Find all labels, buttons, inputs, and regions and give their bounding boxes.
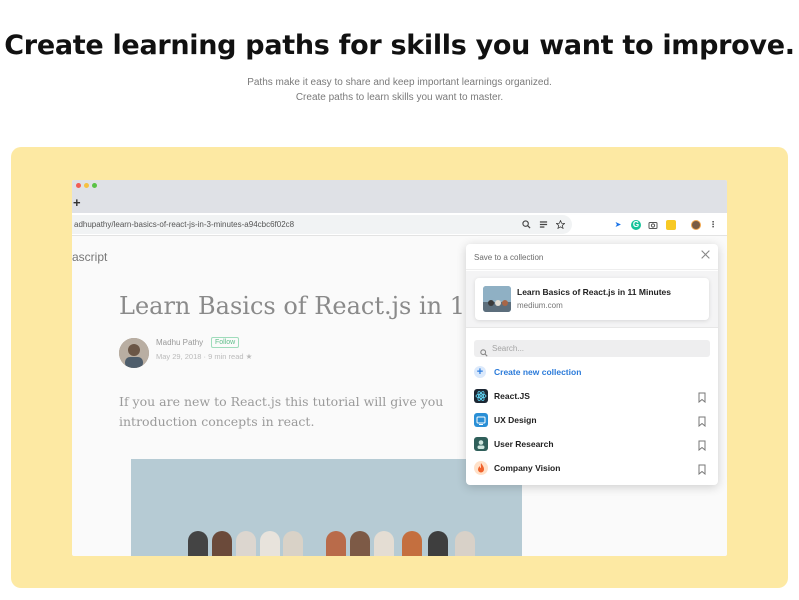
browser-toolbar: adhupathy/learn-basics-of-react-js-in-3-… <box>72 213 727 236</box>
cartoon-figure <box>374 531 394 556</box>
collection-label: UX Design <box>494 415 537 425</box>
collection-item-company-vision[interactable]: Company Vision <box>474 460 710 476</box>
article-paragraph: If you are new to React.js this tutorial… <box>119 394 444 429</box>
address-url: adhupathy/learn-basics-of-react-js-in-3-… <box>74 220 295 229</box>
cartoon-figure <box>402 531 422 556</box>
follow-button[interactable]: Follow <box>211 337 240 348</box>
cartoon-figure <box>188 531 208 556</box>
new-tab-button[interactable]: + <box>73 196 81 209</box>
maximize-window-button[interactable] <box>92 183 97 188</box>
subline-2: Create paths to learn skills you want to… <box>295 92 504 103</box>
cartoon-figure <box>455 531 475 556</box>
search-icon <box>480 344 488 357</box>
collection-label: User Research <box>494 439 554 449</box>
collection-item-reactjs[interactable]: React.JS <box>474 388 710 404</box>
popup-header: Save to a collection <box>466 244 718 270</box>
zoom-icon[interactable] <box>522 220 531 231</box>
collection-search[interactable] <box>474 340 710 357</box>
article-meta: May 29, 2018 · 9 min read ★ <box>156 352 253 361</box>
search-input[interactable] <box>492 342 702 355</box>
publication-name[interactable]: ascript <box>72 250 107 264</box>
collection-label: React.JS <box>494 391 530 401</box>
collection-item-ux-design[interactable]: UX Design <box>474 412 710 428</box>
popup-title: Save to a collection <box>474 253 544 262</box>
headline: Create learning paths for skills you wan… <box>4 30 795 61</box>
collection-extension-icon[interactable] <box>666 220 676 230</box>
address-bar[interactable]: adhupathy/learn-basics-of-react-js-in-3-… <box>72 215 572 234</box>
browser-tabbar: + <box>72 191 727 213</box>
close-window-button[interactable] <box>76 183 81 188</box>
collection-item-user-research[interactable]: User Research <box>474 436 710 452</box>
article-preview-area: Learn Basics of React.js in 11 Minutes m… <box>466 271 718 328</box>
article-preview-card[interactable]: Learn Basics of React.js in 11 Minutes m… <box>475 278 709 320</box>
star-bookmark-icon[interactable] <box>555 219 566 231</box>
bookmark-icon[interactable] <box>698 414 706 428</box>
bookmark-icon[interactable] <box>698 438 706 452</box>
profile-avatar[interactable] <box>691 220 701 230</box>
user-research-icon <box>474 437 488 451</box>
cartoon-figure <box>350 531 370 556</box>
cartoon-figure <box>212 531 232 556</box>
pin-extension-icon[interactable]: ➤ <box>613 220 623 230</box>
author-name[interactable]: Madhu Pathy <box>156 338 203 347</box>
cartoon-figure <box>326 531 346 556</box>
ux-design-icon <box>474 413 488 427</box>
grammarly-extension-icon[interactable]: G <box>631 220 641 230</box>
subline-1: Paths make it easy to share and keep imp… <box>247 77 552 88</box>
camera-extension-icon[interactable] <box>648 220 658 230</box>
fire-icon <box>474 461 488 475</box>
save-to-collection-popup: Save to a collection Learn Basics of Rea… <box>466 244 718 485</box>
collection-label: Company Vision <box>494 463 561 473</box>
reader-mode-icon[interactable] <box>539 220 548 231</box>
browser-titlebar <box>72 180 727 191</box>
create-collection-label: Create new collection <box>494 367 582 377</box>
bookmark-icon[interactable] <box>698 390 706 404</box>
minimize-window-button[interactable] <box>84 183 89 188</box>
plus-icon: + <box>474 366 486 378</box>
cartoon-figure <box>283 531 303 556</box>
preview-source: medium.com <box>517 301 563 310</box>
article-hero-image <box>131 459 522 556</box>
cartoon-figure <box>428 531 448 556</box>
browser-menu-icon[interactable]: ⋮ <box>708 220 718 230</box>
cartoon-figure <box>260 531 280 556</box>
preview-title: Learn Basics of React.js in 11 Minutes <box>517 287 672 297</box>
cartoon-figure <box>236 531 256 556</box>
bookmark-icon[interactable] <box>698 462 706 476</box>
article-thumbnail <box>483 286 511 312</box>
author-avatar[interactable] <box>119 338 149 368</box>
react-logo-icon <box>474 389 488 403</box>
close-icon[interactable] <box>700 249 711 262</box>
